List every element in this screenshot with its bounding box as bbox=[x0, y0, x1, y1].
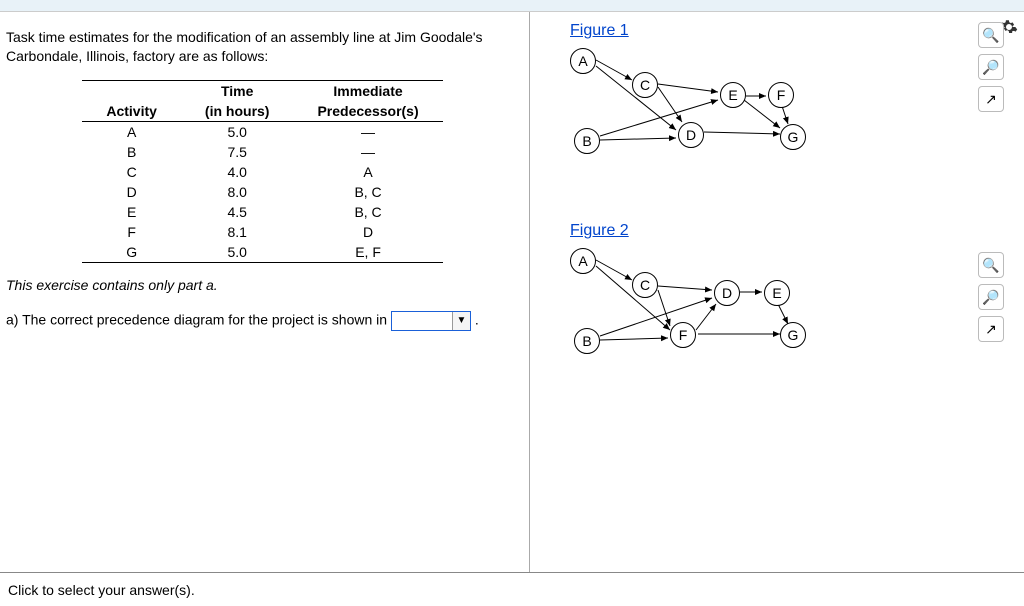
table-row: A5.0— bbox=[82, 121, 442, 142]
answer-dropdown[interactable]: ▼ bbox=[391, 311, 471, 331]
node-g: G bbox=[780, 322, 806, 348]
exercise-note: This exercise contains only part a. bbox=[6, 277, 519, 293]
node-e: E bbox=[764, 280, 790, 306]
node-c: C bbox=[632, 72, 658, 98]
node-d: D bbox=[678, 122, 704, 148]
th-hours: (in hours) bbox=[181, 101, 294, 122]
th-time: Time bbox=[181, 80, 294, 101]
activity-table: Time Immediate Activity (in hours) Prede… bbox=[82, 80, 442, 263]
top-toolbar bbox=[0, 0, 1024, 12]
table-row: G5.0E, F bbox=[82, 242, 442, 263]
table-row: E4.5B, C bbox=[82, 202, 442, 222]
footer-bar[interactable]: Click to select your answer(s). bbox=[0, 572, 1024, 606]
question-suffix: . bbox=[475, 311, 479, 327]
th-activity: Activity bbox=[82, 101, 181, 122]
zoom-out-icon: 🔎 bbox=[982, 59, 999, 76]
figure-2-diagram: A B C D E F G bbox=[570, 242, 830, 372]
zoom-in-icon: 🔍 bbox=[982, 257, 999, 274]
figure-2-title: Figure 2 bbox=[570, 222, 890, 240]
zoom-out-button[interactable]: 🔎 bbox=[978, 54, 1004, 80]
node-f: F bbox=[768, 82, 794, 108]
main-content: Task time estimates for the modification… bbox=[0, 12, 1024, 572]
figure-2-arrows bbox=[570, 242, 830, 372]
chevron-down-icon: ▼ bbox=[452, 312, 470, 330]
figure-1-diagram: A B C D E F G bbox=[570, 42, 830, 172]
table-row: D8.0B, C bbox=[82, 182, 442, 202]
question-a: a) The correct precedence diagram for th… bbox=[6, 311, 519, 331]
th-pred: Predecessor(s) bbox=[293, 101, 442, 122]
popout-button[interactable]: ↗ bbox=[978, 316, 1004, 342]
figure-1-title: Figure 1 bbox=[570, 22, 890, 40]
node-g: G bbox=[780, 124, 806, 150]
node-b: B bbox=[574, 328, 600, 354]
popout-button[interactable]: ↗ bbox=[978, 86, 1004, 112]
figure2-tools: 🔍 🔎 ↗ bbox=[978, 252, 1004, 342]
zoom-out-icon: 🔎 bbox=[982, 289, 999, 306]
th-blank bbox=[82, 80, 181, 101]
table-row: B7.5— bbox=[82, 142, 442, 162]
question-panel: Task time estimates for the modification… bbox=[0, 12, 530, 572]
zoom-out-button[interactable]: 🔎 bbox=[978, 284, 1004, 310]
figure-2: Figure 2 A B C D bbox=[570, 222, 890, 372]
figure-panel: 🔍 🔎 ↗ Figure 1 bbox=[530, 12, 1024, 572]
figure-1: Figure 1 A B C D bbox=[570, 22, 890, 172]
th-imm: Immediate bbox=[293, 80, 442, 101]
node-d: D bbox=[714, 280, 740, 306]
footer-text: Click to select your answer(s). bbox=[8, 582, 195, 598]
figure-1-arrows bbox=[570, 42, 830, 172]
node-a: A bbox=[570, 248, 596, 274]
node-f: F bbox=[670, 322, 696, 348]
figure1-tools: 🔍 🔎 ↗ bbox=[978, 22, 1004, 112]
node-c: C bbox=[632, 272, 658, 298]
zoom-in-button[interactable]: 🔍 bbox=[978, 22, 1004, 48]
intro-text: Task time estimates for the modification… bbox=[6, 28, 519, 66]
question-a-text: a) The correct precedence diagram for th… bbox=[6, 311, 387, 327]
node-b: B bbox=[574, 128, 600, 154]
zoom-in-button[interactable]: 🔍 bbox=[978, 252, 1004, 278]
table-row: C4.0A bbox=[82, 162, 442, 182]
table-row: F8.1D bbox=[82, 222, 442, 242]
node-a: A bbox=[570, 48, 596, 74]
zoom-in-icon: 🔍 bbox=[982, 27, 999, 44]
popout-icon: ↗ bbox=[985, 91, 997, 108]
popout-icon: ↗ bbox=[985, 321, 997, 338]
node-e: E bbox=[720, 82, 746, 108]
